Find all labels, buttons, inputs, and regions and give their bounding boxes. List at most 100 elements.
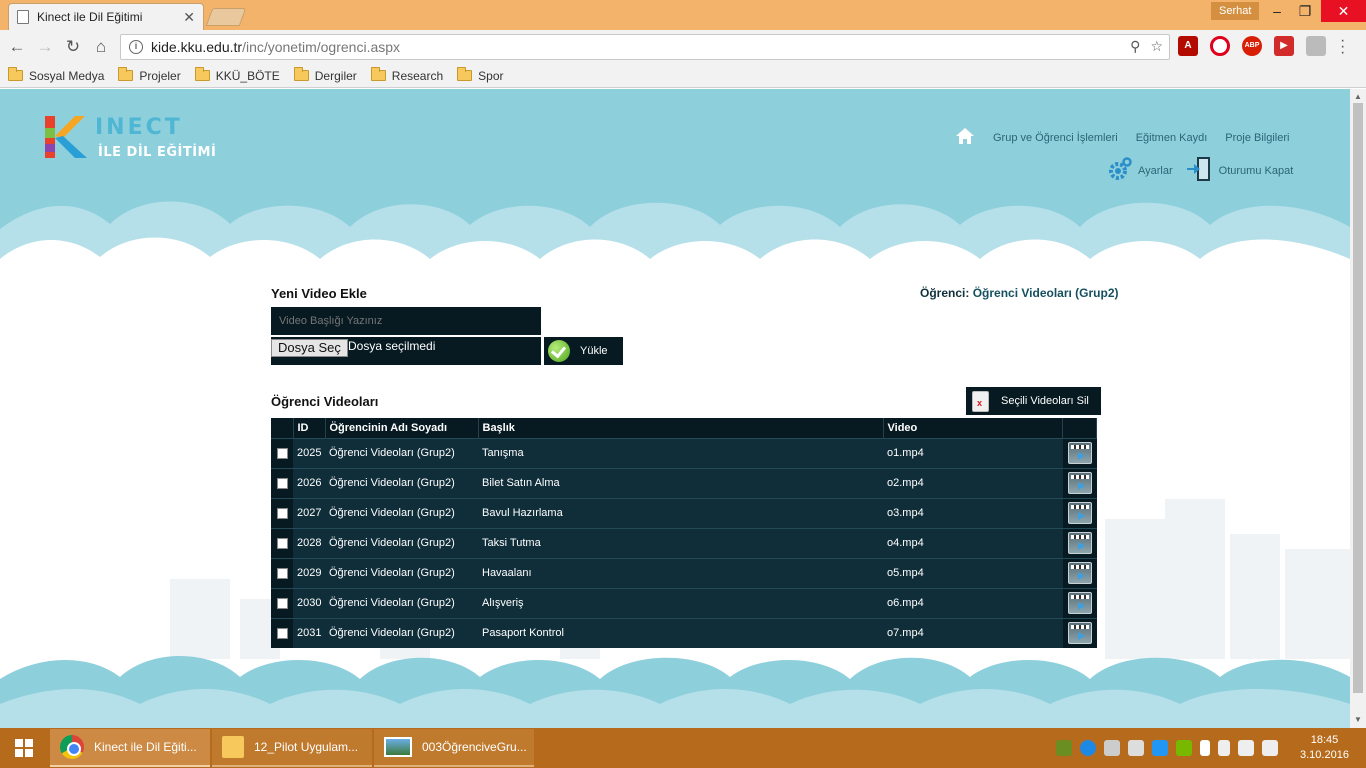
back-icon[interactable]: ← <box>6 36 28 58</box>
opera-extension-icon[interactable] <box>1210 36 1230 56</box>
bookmark-kku-bote[interactable]: KKÜ_BÖTE <box>194 67 280 83</box>
video-extension-icon[interactable]: ▶ <box>1274 36 1294 56</box>
row-checkbox[interactable] <box>276 597 288 609</box>
header-action <box>1062 418 1097 438</box>
tray-skype-icon[interactable] <box>1080 740 1096 756</box>
row-checkbox[interactable] <box>276 627 288 639</box>
header-select <box>271 418 294 438</box>
cell-id: 2029 <box>293 557 325 588</box>
tray-bluetooth-icon[interactable] <box>1200 740 1210 756</box>
cell-title: Havaalanı <box>478 557 883 588</box>
video-title-input[interactable] <box>271 307 541 335</box>
choose-file-button[interactable]: Dosya Seç <box>271 339 348 357</box>
taskbar-item-image[interactable]: 003ÖğrenciveGru... <box>374 729 534 767</box>
play-video-icon[interactable] <box>1067 592 1092 614</box>
maximize-icon[interactable]: ❐ <box>1290 0 1320 22</box>
folder-icon <box>222 736 244 758</box>
table-row: 2029 Öğrenci Videoları (Grup2) Havaalanı… <box>271 557 1097 588</box>
site-info-icon[interactable]: i <box>129 40 143 54</box>
taskbar-item-chrome[interactable]: Kinect ile Dil Eğiti... <box>50 729 210 767</box>
nav-project-link[interactable]: Proje Bilgileri <box>1225 132 1289 144</box>
forward-icon[interactable]: → <box>34 36 56 58</box>
taskbar-item-folder[interactable]: 12_Pilot Uygulam... <box>212 729 372 767</box>
puzzle-extension-icon[interactable] <box>1306 36 1326 56</box>
tray-nvidia-icon[interactable] <box>1176 740 1192 756</box>
table-row: 2031 Öğrenci Videoları (Grup2) Pasaport … <box>271 617 1097 648</box>
play-video-icon[interactable] <box>1067 562 1092 584</box>
cell-id: 2028 <box>293 527 325 558</box>
browser-titlebar: Kinect ile Dil Eğitimi ✕ Serhat – ❐ ✕ <box>0 0 1366 30</box>
system-tray <box>1056 740 1278 756</box>
play-video-icon[interactable] <box>1067 532 1092 554</box>
browser-menu-icon[interactable]: · · · <box>1340 33 1345 61</box>
page-viewport: INECT İLE DİL EĞİTİMİ Grup ve Öğrenci İş… <box>0 89 1350 728</box>
bookmark-spor[interactable]: Spor <box>457 67 504 83</box>
settings-gear-icon[interactable] <box>1106 156 1132 185</box>
scroll-down-icon[interactable]: ▼ <box>1354 715 1362 724</box>
start-button[interactable] <box>0 728 48 768</box>
cell-video: o1.mp4 <box>883 437 1063 468</box>
row-checkbox[interactable] <box>276 537 288 549</box>
delete-selected-button[interactable]: Seçili Videoları Sil <box>966 387 1101 415</box>
window-close-icon[interactable]: ✕ <box>1321 0 1366 22</box>
cell-id: 2025 <box>293 437 325 468</box>
bookmark-research[interactable]: Research <box>370 67 443 83</box>
bookmark-projeler[interactable]: Projeler <box>118 67 181 83</box>
tab-title: Kinect ile Dil Eğitimi <box>37 10 143 24</box>
nav-groups-link[interactable]: Grup ve Öğrenci İşlemleri <box>993 132 1118 144</box>
table-header-row: ID Öğrencinin Adı Soyadı Başlık Video <box>271 418 1097 438</box>
clock-time: 18:45 <box>1310 734 1339 746</box>
bookmark-star-icon[interactable]: ☆ <box>1150 38 1163 55</box>
tab-close-icon[interactable]: ✕ <box>183 9 195 26</box>
tray-app-icon[interactable] <box>1056 740 1072 756</box>
address-bar[interactable]: i kide.kku.edu.tr/inc/yonetim/ogrenci.as… <box>120 34 1170 60</box>
page-scrollbar[interactable]: ▲ ▼ <box>1350 89 1366 728</box>
play-video-icon[interactable] <box>1067 442 1092 464</box>
cell-video: o2.mp4 <box>883 467 1063 498</box>
play-video-icon[interactable] <box>1067 502 1092 524</box>
chrome-icon <box>60 735 84 759</box>
nav-settings-link[interactable]: Ayarlar <box>1138 165 1173 177</box>
tray-tool-icon[interactable] <box>1104 740 1120 756</box>
bookmark-sosyal-medya[interactable]: Sosyal Medya <box>8 67 104 83</box>
row-checkbox[interactable] <box>276 447 288 459</box>
upload-button[interactable]: Yükle <box>544 337 623 365</box>
zoom-icon[interactable]: ⚲ <box>1130 38 1140 55</box>
home-nav-icon[interactable] <box>955 127 975 148</box>
new-video-heading: Yeni Video Ekle <box>271 286 367 301</box>
scroll-up-icon[interactable]: ▲ <box>1354 92 1362 101</box>
logout-door-icon[interactable] <box>1186 155 1213 186</box>
tray-wifi-icon[interactable] <box>1238 740 1254 756</box>
home-icon[interactable]: ⌂ <box>90 36 112 58</box>
taskbar-clock[interactable]: 18:45 3.10.2016 <box>1300 733 1349 763</box>
nav-instructor-link[interactable]: Eğitmen Kaydı <box>1136 132 1208 144</box>
browser-tab-active[interactable]: Kinect ile Dil Eğitimi ✕ <box>8 3 204 30</box>
folder-icon <box>293 67 309 81</box>
bookmark-dergiler[interactable]: Dergiler <box>293 67 357 83</box>
pdf-extension-icon[interactable]: A <box>1178 36 1198 56</box>
student-info: Öğrenci: Öğrenci Videoları (Grup2) <box>920 286 1119 300</box>
nav-logout-link[interactable]: Oturumu Kapat <box>1219 165 1294 177</box>
student-label: Öğrenci: <box>920 286 970 300</box>
tray-monitor-icon[interactable] <box>1128 740 1144 756</box>
play-video-icon[interactable] <box>1067 472 1092 494</box>
scrollbar-thumb[interactable] <box>1353 103 1363 693</box>
tray-battery-icon[interactable] <box>1218 740 1230 756</box>
cell-title: Alışveriş <box>478 587 883 618</box>
tray-network-app-icon[interactable] <box>1152 740 1168 756</box>
row-checkbox[interactable] <box>276 507 288 519</box>
profile-button[interactable]: Serhat <box>1211 2 1260 20</box>
tray-volume-icon[interactable] <box>1262 740 1278 756</box>
header-clouds <box>0 201 1350 289</box>
play-video-icon[interactable] <box>1067 622 1092 645</box>
cell-title: Pasaport Kontrol <box>478 617 883 648</box>
url-host: kide.kku.edu.tr <box>151 39 243 55</box>
new-tab-button[interactable] <box>205 8 247 26</box>
row-checkbox[interactable] <box>276 567 288 579</box>
reload-icon[interactable]: ↻ <box>62 36 84 58</box>
row-checkbox[interactable] <box>276 477 288 489</box>
cell-video: o7.mp4 <box>883 617 1063 648</box>
file-picker: Dosya Seç Dosya seçilmedi <box>271 337 541 365</box>
minimize-icon[interactable]: – <box>1262 0 1292 22</box>
adblock-extension-icon[interactable]: ABP <box>1242 36 1262 56</box>
